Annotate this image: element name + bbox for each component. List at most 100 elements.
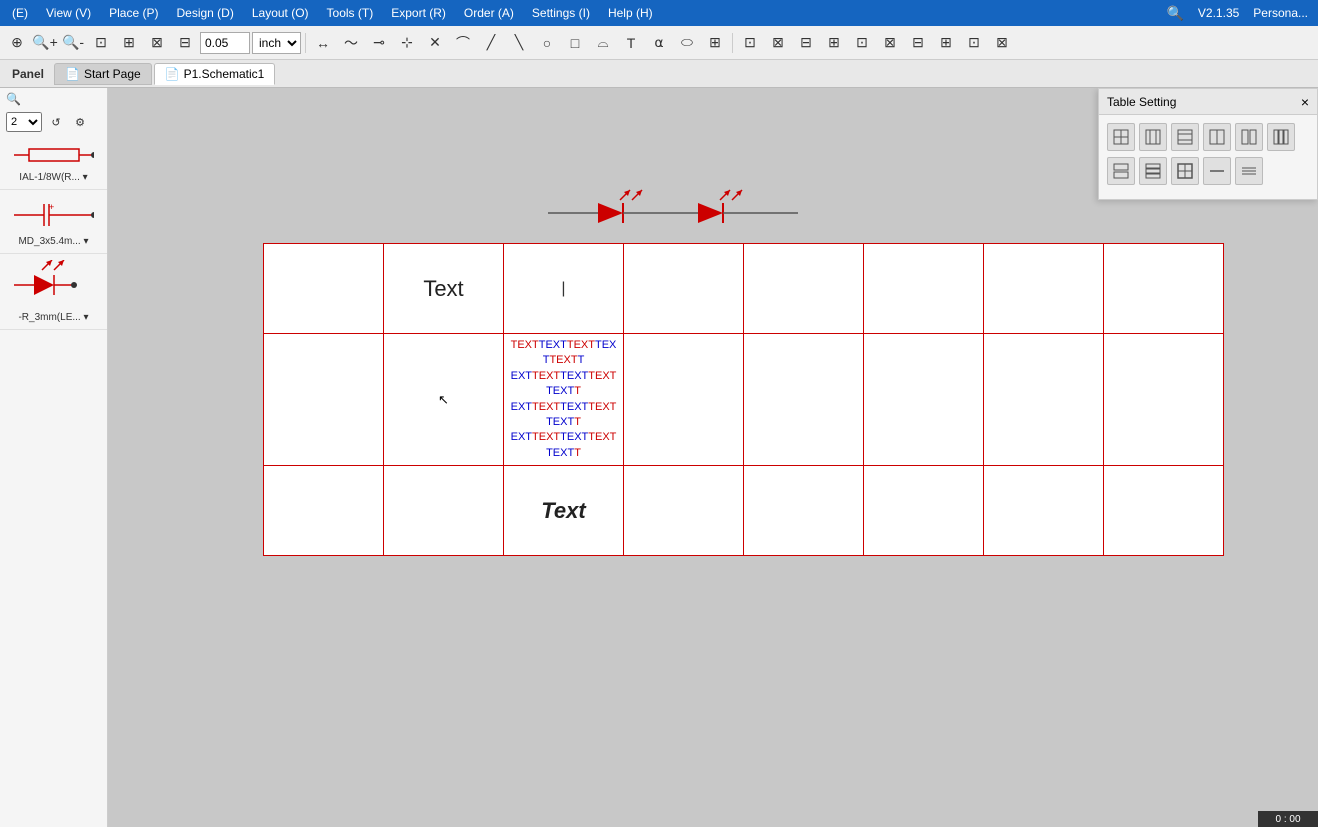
text-button[interactable]: T <box>618 30 644 56</box>
cell-0-7[interactable] <box>1104 244 1224 334</box>
menu-help[interactable]: Help (H) <box>600 4 661 22</box>
menu-view[interactable]: View (V) <box>38 4 99 22</box>
cell-0-3[interactable] <box>624 244 744 334</box>
cell-0-5[interactable] <box>864 244 984 334</box>
comp6-button[interactable]: ⊠ <box>877 30 903 56</box>
table-setting-close[interactable]: × <box>1301 94 1309 110</box>
cell-2-3[interactable] <box>624 466 744 556</box>
zoom-value-input[interactable] <box>200 32 250 54</box>
ts-btn-3[interactable] <box>1171 123 1199 151</box>
component-resistor[interactable]: IAL-1/8W(R... ▾ <box>0 134 107 190</box>
junction-button[interactable]: ⊹ <box>394 30 420 56</box>
zoom-in-button[interactable]: 🔍+ <box>32 30 58 56</box>
cell-2-6[interactable] <box>984 466 1104 556</box>
cell-1-2[interactable]: TEXTTEXTTEXTTEXTTEXTT EXTTEXTTEXTTEXTTEX… <box>504 334 624 466</box>
cell-1-7[interactable] <box>1104 334 1224 466</box>
canvas-area[interactable]: Text | ↖ <box>108 88 1318 827</box>
cell-2-1[interactable] <box>384 466 504 556</box>
fit-button[interactable]: ⊡ <box>88 30 114 56</box>
comp3-button[interactable]: ⊟ <box>793 30 819 56</box>
cell-2-5[interactable] <box>864 466 984 556</box>
arc-button[interactable]: ⌒ <box>450 30 476 56</box>
curve-button[interactable]: ⌓ <box>590 30 616 56</box>
ts-btn-11[interactable] <box>1235 157 1263 185</box>
ts-btn-8[interactable] <box>1139 157 1167 185</box>
unit-select[interactable]: inch mm mil <box>252 32 301 54</box>
diag-button[interactable]: ╱ <box>478 30 504 56</box>
cell-0-4[interactable] <box>744 244 864 334</box>
ts-btn-10[interactable] <box>1203 157 1231 185</box>
comp8-button[interactable]: ⊞ <box>933 30 959 56</box>
table-setting-panel: Table Setting × <box>1098 88 1318 200</box>
cell-2-2[interactable]: Text <box>504 466 624 556</box>
cell-2-0[interactable] <box>264 466 384 556</box>
wire-button[interactable]: ↔ <box>310 30 336 56</box>
zoom-area-button[interactable]: ⊠ <box>144 30 170 56</box>
zoom-out-button[interactable]: 🔍- <box>60 30 86 56</box>
cell-text-bold-italic: Text <box>541 498 585 523</box>
comp7-button[interactable]: ⊟ <box>905 30 931 56</box>
comp2-button[interactable]: ⊠ <box>765 30 791 56</box>
panel-controls: 213 ↺ ⚙ <box>0 110 107 134</box>
ts-btn-6[interactable] <box>1267 123 1295 151</box>
ts-row-1 <box>1107 123 1309 151</box>
oval-button[interactable]: ⬭ <box>674 30 700 56</box>
cell-0-1[interactable]: Text <box>384 244 504 334</box>
search-icon[interactable]: 🔍 <box>1160 5 1189 22</box>
new-button[interactable]: ⊕ <box>4 30 30 56</box>
mouse-cursor: ↖ <box>438 392 449 408</box>
cell-1-5[interactable] <box>864 334 984 466</box>
cell-1-6[interactable] <box>984 334 1104 466</box>
menu-order[interactable]: Order (A) <box>456 4 522 22</box>
ts-btn-7[interactable] <box>1107 157 1135 185</box>
comp10-button[interactable]: ⊠ <box>989 30 1015 56</box>
line-button[interactable]: ⊸ <box>366 30 392 56</box>
ts-btn-2[interactable] <box>1139 123 1167 151</box>
menu-settings[interactable]: Settings (I) <box>524 4 598 22</box>
cell-2-4[interactable] <box>744 466 864 556</box>
menu-e[interactable]: (E) <box>4 4 36 22</box>
cell-0-6[interactable] <box>984 244 1104 334</box>
text2-button[interactable]: ⍺ <box>646 30 672 56</box>
comp-button[interactable]: ⊡ <box>737 30 763 56</box>
cell-0-0[interactable] <box>264 244 384 334</box>
refresh-button[interactable]: ↺ <box>46 112 66 132</box>
comp4-button[interactable]: ⊞ <box>821 30 847 56</box>
separator-2 <box>732 33 733 53</box>
comp9-button[interactable]: ⊡ <box>961 30 987 56</box>
tab-start-page[interactable]: 📄 Start Page <box>54 63 152 85</box>
settings-icon-btn[interactable]: ⚙ <box>70 112 90 132</box>
cell-0-2[interactable]: | <box>504 244 624 334</box>
comp5-button[interactable]: ⊡ <box>849 30 875 56</box>
start-page-label: Start Page <box>84 67 141 81</box>
bus-button[interactable]: 〜 <box>338 30 364 56</box>
component-capacitor[interactable]: + MD_3x5.4m... ▾ <box>0 190 107 254</box>
cell-1-0[interactable] <box>264 334 384 466</box>
table-button[interactable]: ⊞ <box>702 30 728 56</box>
ts-btn-9[interactable] <box>1171 157 1199 185</box>
menu-layout[interactable]: Layout (O) <box>244 4 317 22</box>
menu-place[interactable]: Place (P) <box>101 4 166 22</box>
svg-text:+: + <box>49 202 54 212</box>
ts-btn-4[interactable] <box>1203 123 1231 151</box>
cell-1-4[interactable] <box>744 334 864 466</box>
component-diode[interactable]: -R_3mm(LE... ▾ <box>0 254 107 330</box>
zoom-select-button[interactable]: ⊞ <box>116 30 142 56</box>
ts-btn-1[interactable] <box>1107 123 1135 151</box>
ts-btn-5[interactable] <box>1235 123 1263 151</box>
diag2-button[interactable]: ╲ <box>506 30 532 56</box>
cell-1-1[interactable]: ↖ <box>384 334 504 466</box>
cell-1-3[interactable] <box>624 334 744 466</box>
rect-button[interactable]: □ <box>562 30 588 56</box>
cross-button[interactable]: ✕ <box>422 30 448 56</box>
circle-button[interactable]: ○ <box>534 30 560 56</box>
tab-schematic1[interactable]: 📄 P1.Schematic1 <box>154 63 276 85</box>
zoom-level-select[interactable]: 213 <box>6 112 42 132</box>
grid-button[interactable]: ⊟ <box>172 30 198 56</box>
capacitor-symbol: + <box>14 196 94 234</box>
menu-design[interactable]: Design (D) <box>168 4 241 22</box>
cell-2-7[interactable] <box>1104 466 1224 556</box>
menu-export[interactable]: Export (R) <box>383 4 454 22</box>
schematic-table[interactable]: Text | ↖ <box>263 243 1224 556</box>
menu-tools[interactable]: Tools (T) <box>319 4 382 22</box>
